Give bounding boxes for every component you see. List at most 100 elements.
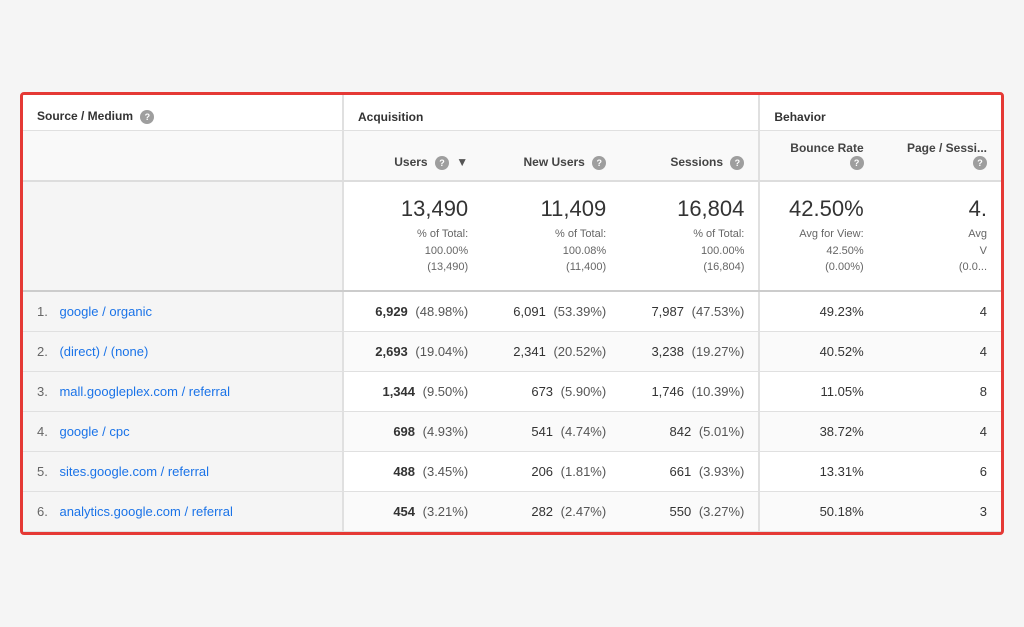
- source-medium-help-icon[interactable]: ?: [140, 110, 154, 124]
- bounce-rate-col-header: Bounce Rate ?: [759, 131, 877, 181]
- bounce-rate-value: 49.23%: [820, 304, 864, 319]
- sessions-cell: 842 (5.01%): [620, 411, 759, 451]
- source-medium-group-header: Source / Medium ?: [23, 95, 343, 130]
- summary-new-users-cell: 11,409 % of Total:100.08%(11,400): [482, 181, 620, 291]
- pages-value: 6: [980, 464, 987, 479]
- source-link[interactable]: (direct) / (none): [59, 344, 148, 359]
- summary-sessions-cell: 16,804 % of Total:100.00%(16,804): [620, 181, 759, 291]
- new-users-cell: 2,341 (20.52%): [482, 331, 620, 371]
- users-cell: 1,344 (9.50%): [343, 371, 482, 411]
- bounce-rate-value: 40.52%: [820, 344, 864, 359]
- users-help-icon[interactable]: ?: [435, 156, 449, 170]
- table-row: 4. google / cpc 698 (4.93%) 541 (4.74%) …: [23, 411, 1001, 451]
- analytics-table: Source / Medium ? Acquisition Behavior U…: [23, 95, 1001, 531]
- bounce-rate-cell: 50.18%: [759, 491, 877, 531]
- col-header-row: Users ? ▼ New Users ? Sessions ? Bounce …: [23, 131, 1001, 181]
- sessions-cell: 661 (3.93%): [620, 451, 759, 491]
- users-pct: (19.04%): [415, 344, 468, 359]
- bounce-rate-cell: 13.31%: [759, 451, 877, 491]
- pages-cell: 3: [878, 491, 1001, 531]
- sessions-cell: 3,238 (19.27%): [620, 331, 759, 371]
- sessions-label: Sessions: [670, 155, 723, 169]
- group-header-row: Source / Medium ? Acquisition Behavior: [23, 95, 1001, 130]
- pages-help-icon[interactable]: ?: [973, 156, 987, 170]
- users-pct: (4.93%): [423, 424, 469, 439]
- sessions-help-icon[interactable]: ?: [730, 156, 744, 170]
- users-label: Users: [394, 155, 427, 169]
- sessions-cell: 1,746 (10.39%): [620, 371, 759, 411]
- new-users-pct: (53.39%): [553, 304, 606, 319]
- bounce-rate-value: 13.31%: [820, 464, 864, 479]
- bounce-rate-label: Bounce Rate: [790, 141, 863, 155]
- summary-pages-sub: AvgV(0.0...: [892, 226, 987, 276]
- summary-pages-main: 4.: [892, 196, 987, 222]
- new-users-help-icon[interactable]: ?: [592, 156, 606, 170]
- new-users-cell: 541 (4.74%): [482, 411, 620, 451]
- summary-users-main: 13,490: [358, 196, 468, 222]
- summary-users-cell: 13,490 % of Total:100.00%(13,490): [343, 181, 482, 291]
- pages-cell: 4: [878, 411, 1001, 451]
- source-cell: 2. (direct) / (none): [23, 331, 343, 371]
- users-cell: 2,693 (19.04%): [343, 331, 482, 371]
- users-value: 454: [393, 504, 415, 519]
- users-value: 6,929: [375, 304, 408, 319]
- acquisition-group-header: Acquisition: [343, 95, 759, 130]
- sessions-value: 842: [670, 424, 692, 439]
- bounce-rate-value: 50.18%: [820, 504, 864, 519]
- pages-col-header: Page / Sessi... ?: [878, 131, 1001, 181]
- pages-value: 4: [980, 304, 987, 319]
- source-link[interactable]: google / cpc: [59, 424, 129, 439]
- analytics-table-container: Source / Medium ? Acquisition Behavior U…: [20, 92, 1004, 534]
- users-pct: (48.98%): [415, 304, 468, 319]
- summary-sessions-sub: % of Total:100.00%(16,804): [634, 226, 744, 276]
- source-link[interactable]: sites.google.com / referral: [59, 464, 209, 479]
- row-number: 1.: [37, 304, 48, 319]
- sessions-pct: (10.39%): [692, 384, 745, 399]
- source-cell: 6. analytics.google.com / referral: [23, 491, 343, 531]
- users-cell: 6,929 (48.98%): [343, 291, 482, 332]
- users-pct: (3.21%): [423, 504, 469, 519]
- source-cell: 1. google / organic: [23, 291, 343, 332]
- row-number: 5.: [37, 464, 48, 479]
- acquisition-label: Acquisition: [358, 110, 423, 124]
- pages-value: 3: [980, 504, 987, 519]
- source-cell: 4. google / cpc: [23, 411, 343, 451]
- summary-bounce-rate-sub: Avg for View:42.50%(0.00%): [774, 226, 863, 276]
- table-row: 5. sites.google.com / referral 488 (3.45…: [23, 451, 1001, 491]
- pages-cell: 4: [878, 331, 1001, 371]
- users-sort-icon[interactable]: ▼: [456, 155, 468, 169]
- users-value: 2,693: [375, 344, 408, 359]
- pages-cell: 4: [878, 291, 1001, 332]
- new-users-value: 2,341: [513, 344, 546, 359]
- users-pct: (9.50%): [423, 384, 469, 399]
- new-users-value: 673: [531, 384, 553, 399]
- source-cell: 5. sites.google.com / referral: [23, 451, 343, 491]
- source-link[interactable]: analytics.google.com / referral: [59, 504, 232, 519]
- bounce-rate-help-icon[interactable]: ?: [850, 156, 864, 170]
- pages-label: Page / Sessi...: [907, 141, 987, 155]
- summary-bounce-rate-cell: 42.50% Avg for View:42.50%(0.00%): [759, 181, 877, 291]
- source-link[interactable]: mall.googleplex.com / referral: [59, 384, 230, 399]
- new-users-pct: (5.90%): [561, 384, 607, 399]
- new-users-value: 206: [531, 464, 553, 479]
- sessions-value: 550: [670, 504, 692, 519]
- source-medium-label: Source / Medium: [37, 109, 133, 123]
- summary-source-cell: [23, 181, 343, 291]
- sessions-value: 1,746: [651, 384, 684, 399]
- sessions-cell: 550 (3.27%): [620, 491, 759, 531]
- row-number: 4.: [37, 424, 48, 439]
- new-users-pct: (2.47%): [561, 504, 607, 519]
- table-row: 2. (direct) / (none) 2,693 (19.04%) 2,34…: [23, 331, 1001, 371]
- summary-new-users-sub: % of Total:100.08%(11,400): [496, 226, 606, 276]
- bounce-rate-cell: 40.52%: [759, 331, 877, 371]
- new-users-value: 6,091: [513, 304, 546, 319]
- users-value: 1,344: [382, 384, 415, 399]
- summary-bounce-rate-main: 42.50%: [774, 196, 863, 222]
- new-users-value: 541: [531, 424, 553, 439]
- summary-new-users-main: 11,409: [496, 196, 606, 222]
- row-number: 3.: [37, 384, 48, 399]
- source-link[interactable]: google / organic: [59, 304, 152, 319]
- row-number: 6.: [37, 504, 48, 519]
- sessions-pct: (3.93%): [699, 464, 745, 479]
- users-cell: 698 (4.93%): [343, 411, 482, 451]
